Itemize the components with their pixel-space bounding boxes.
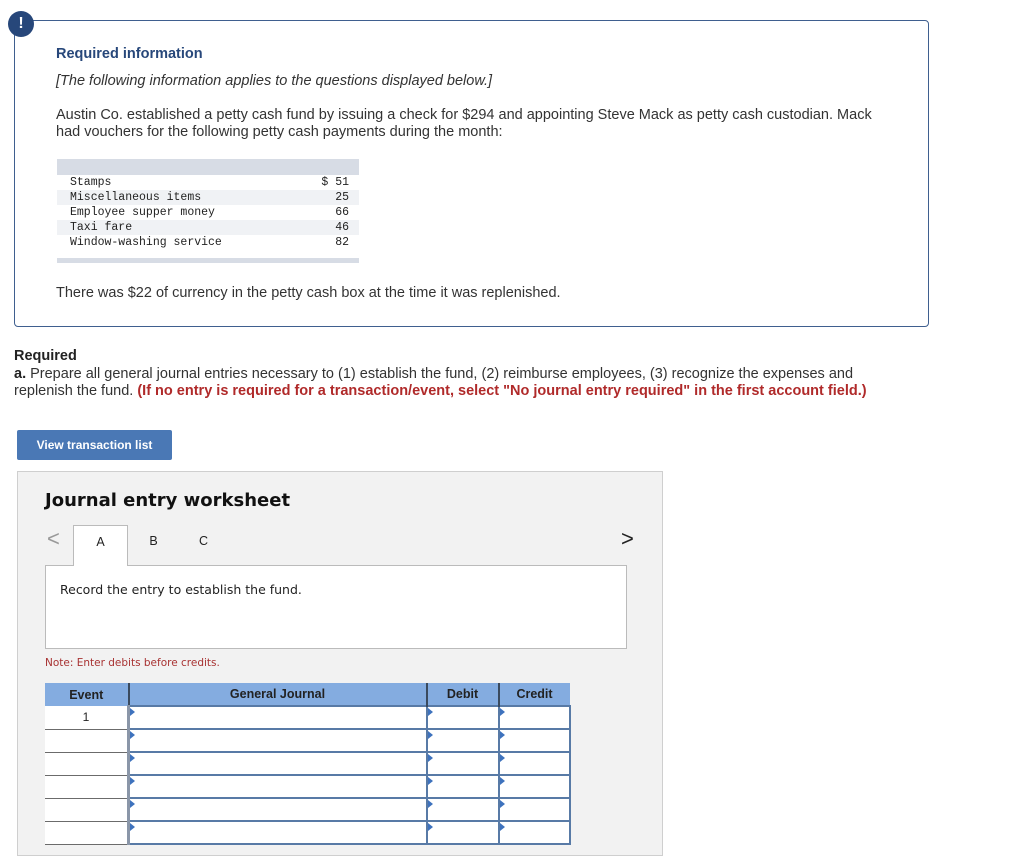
dropdown-marker-icon bbox=[130, 708, 135, 716]
chevron-right-icon[interactable]: > bbox=[621, 526, 634, 552]
event-cell: 1 bbox=[45, 706, 130, 730]
dropdown-marker-icon bbox=[499, 754, 505, 762]
table-row bbox=[45, 774, 571, 799]
required-instructions: a. Prepare all general journal entries n… bbox=[14, 366, 904, 400]
dropdown-marker-icon bbox=[427, 800, 433, 808]
payments-table-footer bbox=[57, 250, 359, 263]
account-select[interactable] bbox=[127, 705, 428, 730]
worksheet-title: Journal entry worksheet bbox=[45, 490, 291, 511]
payment-item: Employee supper money bbox=[70, 206, 215, 219]
dropdown-marker-icon bbox=[499, 731, 505, 739]
event-cell bbox=[45, 775, 130, 799]
debit-input[interactable] bbox=[425, 705, 500, 730]
payment-row: Stamps $ 51 bbox=[57, 175, 359, 190]
account-select[interactable] bbox=[127, 774, 428, 799]
credit-input[interactable] bbox=[497, 751, 571, 776]
table-row: 1 bbox=[45, 705, 571, 730]
debit-input[interactable] bbox=[425, 820, 500, 845]
account-select[interactable] bbox=[127, 751, 428, 776]
payment-row: Employee supper money 66 bbox=[57, 205, 359, 220]
dropdown-marker-icon bbox=[427, 777, 433, 785]
dropdown-marker-icon bbox=[130, 800, 135, 808]
payment-amount: 82 bbox=[335, 236, 349, 249]
credit-input[interactable] bbox=[497, 705, 571, 730]
worksheet-instruction-panel: Record the entry to establish the fund. bbox=[45, 565, 627, 649]
dropdown-marker-icon bbox=[427, 731, 433, 739]
debits-note: Note: Enter debits before credits. bbox=[45, 657, 220, 669]
payment-amount: 66 bbox=[335, 206, 349, 219]
event-cell bbox=[45, 729, 130, 753]
payment-row: Window-washing service 82 bbox=[57, 235, 359, 250]
info-italic-note: [The following information applies to th… bbox=[56, 73, 493, 89]
table-row bbox=[45, 728, 571, 753]
info-paragraph: Austin Co. established a petty cash fund… bbox=[56, 107, 872, 140]
debit-input[interactable] bbox=[425, 774, 500, 799]
journal-entry-worksheet: Journal entry worksheet < A B C > Record… bbox=[17, 471, 663, 856]
dropdown-marker-icon bbox=[499, 777, 505, 785]
worksheet-instruction: Record the entry to establish the fund. bbox=[60, 582, 302, 597]
currency-note: There was $22 of currency in the petty c… bbox=[56, 285, 561, 301]
table-row bbox=[45, 751, 571, 776]
credit-input[interactable] bbox=[497, 797, 571, 822]
credit-input[interactable] bbox=[497, 820, 571, 845]
debit-input[interactable] bbox=[425, 728, 500, 753]
credit-input[interactable] bbox=[497, 774, 571, 799]
info-title: Required information bbox=[56, 46, 203, 62]
payment-amount: 25 bbox=[335, 191, 349, 204]
account-select[interactable] bbox=[127, 797, 428, 822]
payment-row: Taxi fare 46 bbox=[57, 220, 359, 235]
required-heading: Required bbox=[14, 348, 77, 364]
column-event: Event bbox=[45, 683, 130, 706]
dropdown-marker-icon bbox=[499, 708, 505, 716]
alert-icon: ! bbox=[8, 11, 34, 37]
dropdown-marker-icon bbox=[130, 823, 135, 831]
payment-item: Window-washing service bbox=[70, 236, 222, 249]
table-row bbox=[45, 797, 571, 822]
event-cell bbox=[45, 821, 130, 845]
chevron-left-icon[interactable]: < bbox=[47, 526, 60, 552]
required-information-box: Required information [The following info… bbox=[14, 20, 929, 327]
tab-b[interactable]: B bbox=[126, 525, 181, 565]
dropdown-marker-icon bbox=[130, 777, 135, 785]
dropdown-marker-icon bbox=[427, 823, 433, 831]
dropdown-marker-icon bbox=[499, 800, 505, 808]
journal-table: Event General Journal Debit Credit 1 bbox=[45, 683, 571, 845]
column-credit: Credit bbox=[498, 683, 570, 706]
debit-input[interactable] bbox=[425, 751, 500, 776]
account-select[interactable] bbox=[127, 728, 428, 753]
credit-input[interactable] bbox=[497, 728, 571, 753]
payments-table: Stamps $ 51 Miscellaneous items 25 Emplo… bbox=[57, 159, 359, 263]
account-select[interactable] bbox=[127, 820, 428, 845]
column-debit: Debit bbox=[426, 683, 500, 706]
view-transaction-list-button[interactable]: View transaction list bbox=[17, 430, 172, 460]
part-label: a. bbox=[14, 366, 27, 382]
payment-row: Miscellaneous items 25 bbox=[57, 190, 359, 205]
payment-amount: $ 51 bbox=[321, 176, 349, 189]
journal-table-header: Event General Journal Debit Credit bbox=[45, 683, 570, 706]
payment-amount: 46 bbox=[335, 221, 349, 234]
dropdown-marker-icon bbox=[427, 754, 433, 762]
payment-item: Taxi fare bbox=[70, 221, 133, 234]
dropdown-marker-icon bbox=[499, 823, 505, 831]
tab-a[interactable]: A bbox=[73, 525, 128, 566]
column-general-journal: General Journal bbox=[128, 683, 428, 706]
dropdown-marker-icon bbox=[130, 731, 135, 739]
tab-c[interactable]: C bbox=[176, 525, 231, 565]
event-cell bbox=[45, 798, 130, 822]
debit-input[interactable] bbox=[425, 797, 500, 822]
table-row bbox=[45, 820, 571, 845]
event-cell bbox=[45, 752, 130, 776]
dropdown-marker-icon bbox=[427, 708, 433, 716]
required-red-note: (If no entry is required for a transacti… bbox=[137, 383, 867, 399]
payment-item: Miscellaneous items bbox=[70, 191, 202, 204]
payment-item: Stamps bbox=[70, 176, 112, 189]
dropdown-marker-icon bbox=[130, 754, 135, 762]
payments-table-header bbox=[57, 159, 359, 175]
